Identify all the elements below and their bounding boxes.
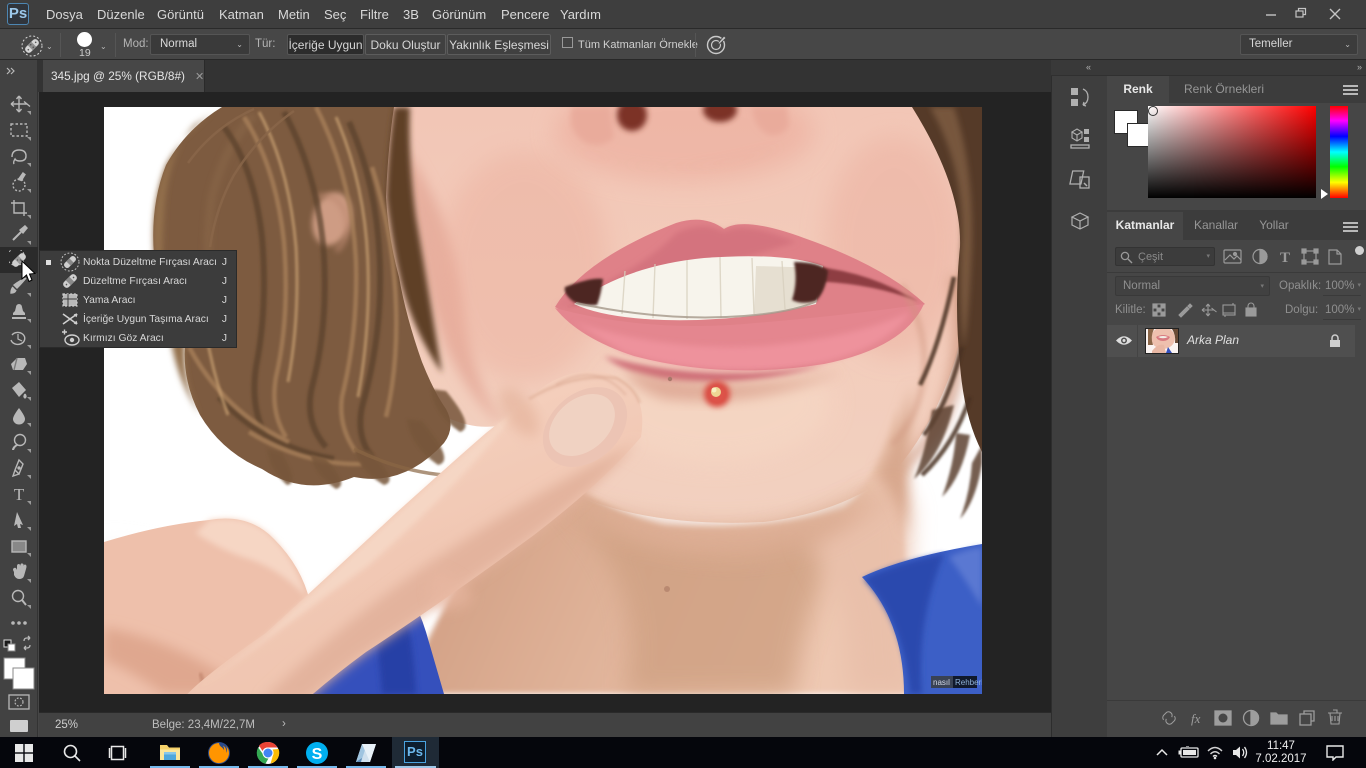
svg-text:fx: fx [1191, 711, 1201, 726]
svg-text:T: T [14, 485, 25, 504]
svg-text:T: T [1280, 250, 1290, 266]
svg-text:Rehberi: Rehberi [955, 678, 982, 687]
svg-text:nasıl: nasıl [933, 678, 950, 687]
svg-text:S: S [312, 746, 323, 763]
